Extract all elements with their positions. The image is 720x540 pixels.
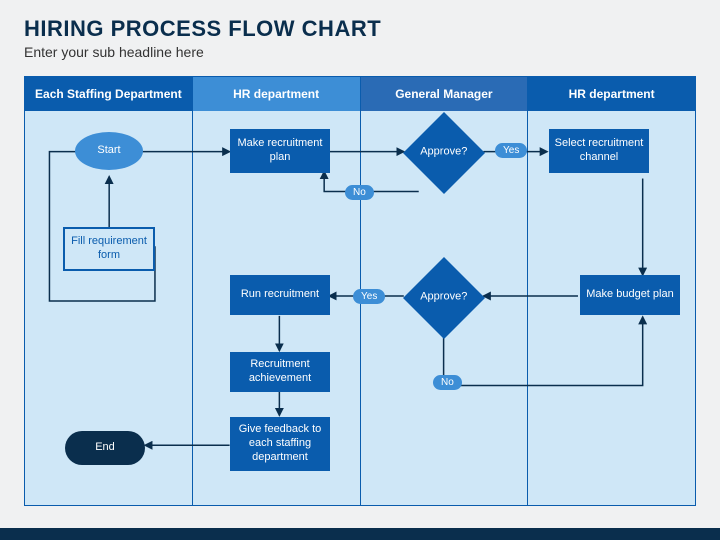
- page-subtitle: Enter your sub headline here: [24, 44, 696, 60]
- col-header-staffing: Each Staffing Department: [25, 77, 192, 111]
- node-feedback: Give feedback to each staffing departmen…: [230, 417, 330, 471]
- node-budget-plan: Make budget plan: [580, 275, 680, 315]
- node-select-channel: Select recruitment channel: [549, 129, 649, 173]
- label-no-2: No: [433, 375, 462, 390]
- node-fill-requirement: Fill requirement form: [63, 227, 155, 271]
- label-yes-2: Yes: [353, 289, 385, 304]
- col-header-gm: General Manager: [361, 77, 528, 111]
- node-start: Start: [75, 132, 143, 170]
- col-header-hr2: HR department: [528, 77, 695, 111]
- node-make-plan: Make recruitment plan: [230, 129, 330, 173]
- footer-bar: [0, 528, 720, 540]
- node-run-recruitment: Run recruitment: [230, 275, 330, 315]
- node-achievement: Recruitment achievement: [230, 352, 330, 392]
- label-no-1: No: [345, 185, 374, 200]
- label-yes-1: Yes: [495, 143, 527, 158]
- page-title: HIRING PROCESS FLOW CHART: [24, 16, 696, 42]
- flowchart-container: Each Staffing Department HR department G…: [24, 76, 696, 506]
- col-header-hr1: HR department: [193, 77, 360, 111]
- node-end: End: [65, 431, 145, 465]
